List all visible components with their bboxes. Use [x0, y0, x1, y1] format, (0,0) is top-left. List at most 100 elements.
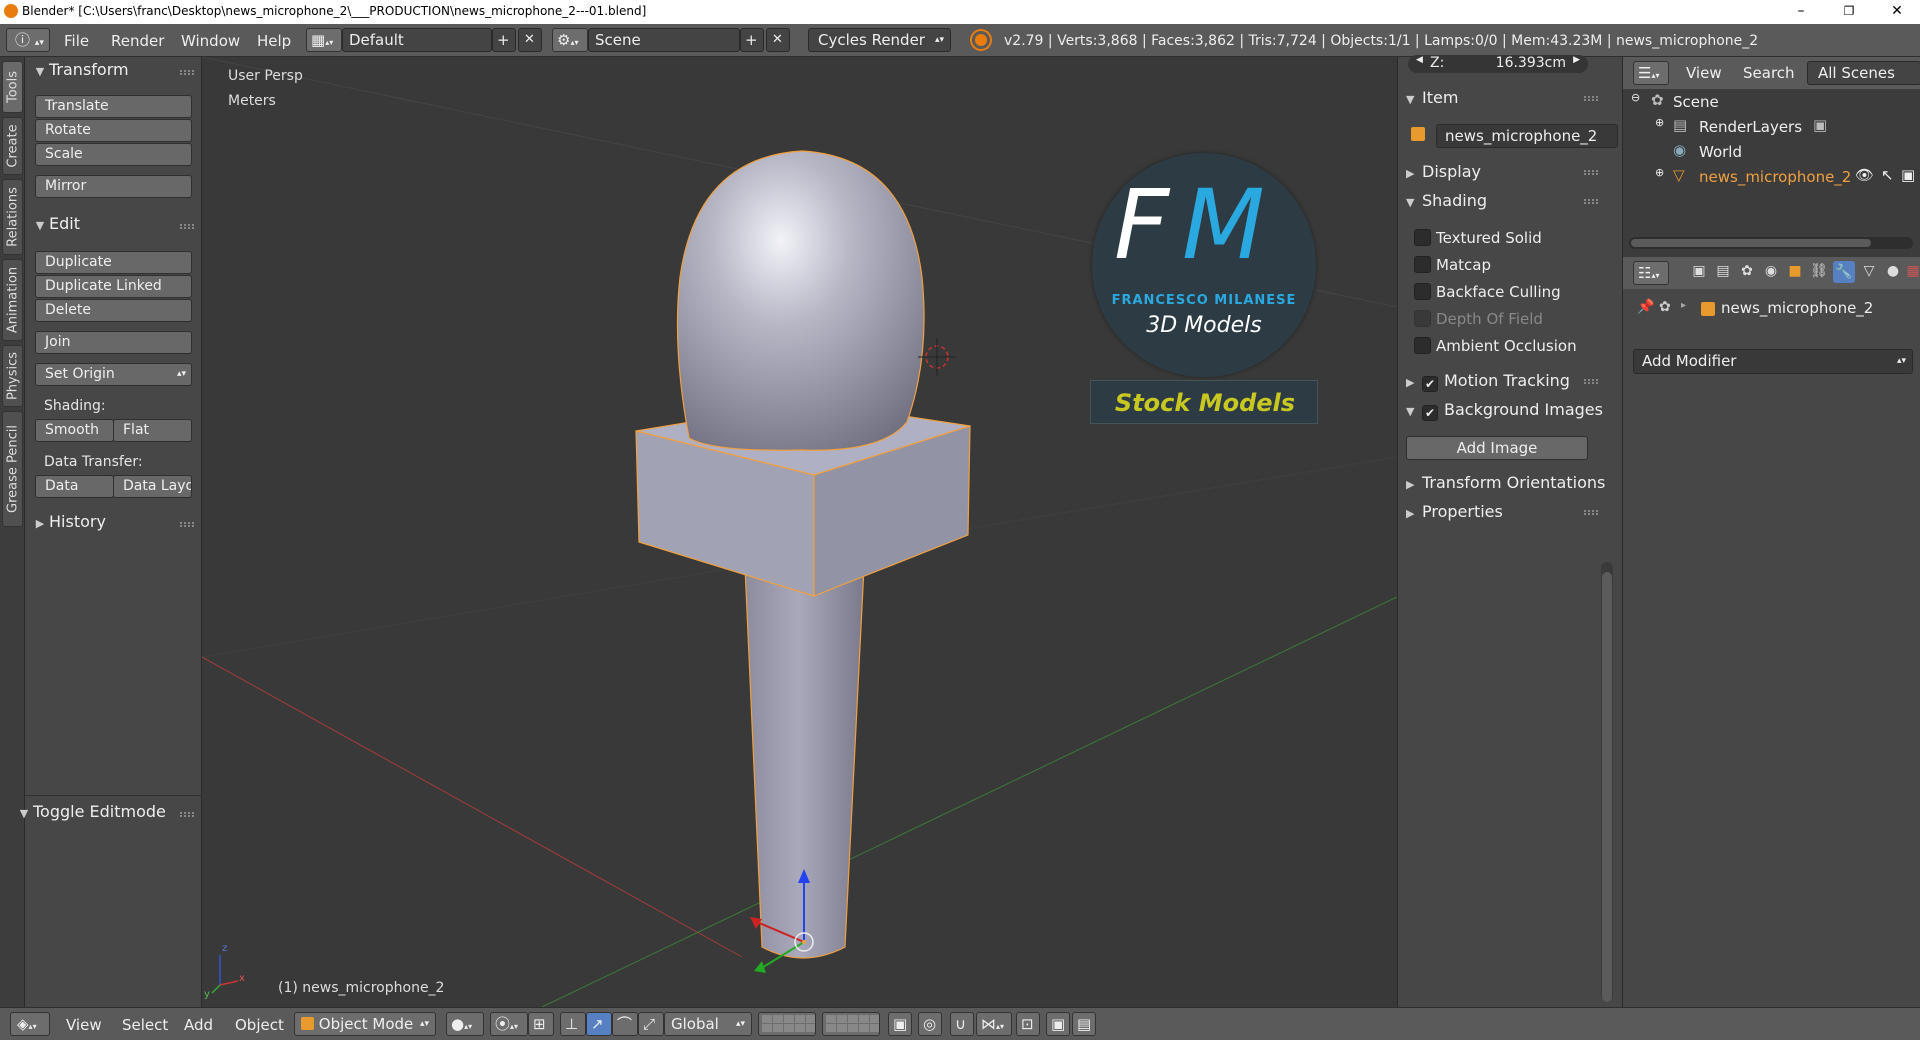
- texture-tab-icon[interactable]: ▦: [1905, 263, 1920, 279]
- tab-relations[interactable]: Relations: [2, 179, 23, 255]
- data-layout-button[interactable]: Data Layo: [113, 475, 192, 498]
- outliner-item-renderlayers[interactable]: ⊕ ▤ RenderLayers ▣: [1623, 116, 1920, 140]
- toggle-editmode-panel-header[interactable]: ▼ Toggle Editmode: [9, 802, 202, 828]
- menu-select[interactable]: Select: [122, 1016, 168, 1034]
- snap-element-dropdown[interactable]: ⋈▴▾: [976, 1012, 1012, 1036]
- motion-tracking-panel-header[interactable]: ▶ ✔ Motion Tracking: [1406, 371, 1598, 395]
- rotate-button[interactable]: Rotate: [35, 119, 192, 142]
- menu-window[interactable]: Window: [181, 32, 240, 50]
- close-button[interactable]: ✕: [1874, 0, 1920, 24]
- drag-grip-icon[interactable]: [180, 812, 194, 817]
- viewport-shading-dropdown[interactable]: ●▴▾: [446, 1012, 484, 1036]
- decrement-arrow-icon[interactable]: ◀: [1416, 55, 1423, 65]
- editor-type-button[interactable]: ⓘ ▴▾: [6, 28, 50, 52]
- rotate-manipulator-button[interactable]: ⌒: [612, 1012, 638, 1036]
- render-camera-icon[interactable]: ▣: [1901, 166, 1915, 184]
- motion-tracking-checkbox[interactable]: ✔: [1422, 376, 1438, 392]
- outliner-search-menu[interactable]: Search: [1743, 64, 1795, 82]
- background-images-panel-header[interactable]: ▼ ✔ Background Images: [1406, 400, 1606, 424]
- opengl-render-button[interactable]: ▣: [1046, 1012, 1070, 1036]
- layer-lock-button[interactable]: ▣: [888, 1012, 912, 1036]
- render-layers-tab-icon[interactable]: ▤: [1713, 263, 1733, 279]
- drag-grip-icon[interactable]: [180, 70, 194, 75]
- matcap-checkbox[interactable]: [1414, 256, 1431, 273]
- manipulate-center-button[interactable]: ⊞: [528, 1012, 554, 1036]
- outliner-item-scene[interactable]: ⊖ ✿ Scene: [1623, 91, 1920, 115]
- background-images-checkbox[interactable]: ✔: [1422, 405, 1438, 421]
- npanel-scrollbar[interactable]: [1601, 562, 1613, 1002]
- expand-toggle-icon[interactable]: ⊕: [1655, 166, 1664, 179]
- menu-render[interactable]: Render: [111, 32, 164, 50]
- layout-name-field[interactable]: Default: [342, 28, 492, 52]
- item-panel-header[interactable]: ▼ Item: [1406, 88, 1598, 112]
- remove-layout-button[interactable]: ✕: [518, 28, 542, 52]
- tab-grease-pencil[interactable]: Grease Pencil: [2, 411, 23, 527]
- npanel-scrollbar-thumb[interactable]: [1602, 572, 1612, 1002]
- opengl-animation-button[interactable]: ▤: [1072, 1012, 1096, 1036]
- transform-orientations-panel-header[interactable]: ▶ Transform Orientations: [1406, 473, 1606, 497]
- scene-browse-button[interactable]: ⚙▴▾: [552, 28, 588, 52]
- scene-layers-right[interactable]: [822, 1012, 880, 1036]
- drag-grip-icon[interactable]: [1584, 170, 1598, 175]
- collapse-toggle-icon[interactable]: ⊖: [1631, 91, 1640, 104]
- mirror-button[interactable]: Mirror: [35, 175, 192, 198]
- layout-browse-button[interactable]: ▦▴▾: [306, 28, 342, 52]
- scene-layers-left[interactable]: [758, 1012, 816, 1036]
- remove-scene-button[interactable]: ✕: [766, 28, 790, 52]
- material-tab-icon[interactable]: ●: [1883, 263, 1903, 279]
- textured-solid-checkbox[interactable]: [1414, 229, 1431, 246]
- increment-arrow-icon[interactable]: ▶: [1573, 55, 1580, 65]
- edit-panel-header[interactable]: ▼ Edit: [25, 214, 202, 240]
- outliner-hscrollbar[interactable]: [1629, 237, 1913, 249]
- data-transfer-button[interactable]: Data: [35, 475, 114, 498]
- duplicate-linked-button[interactable]: Duplicate Linked: [35, 275, 192, 298]
- layer-grid[interactable]: [826, 1015, 879, 1032]
- object-name-field[interactable]: news_microphone_2: [1436, 124, 1618, 148]
- tab-tools[interactable]: Tools: [2, 61, 23, 113]
- scene-tab-icon[interactable]: ✿: [1737, 263, 1757, 279]
- pivot-point-dropdown[interactable]: ⦿▴▾: [490, 1012, 528, 1036]
- tab-animation[interactable]: Animation: [2, 259, 23, 341]
- scale-button[interactable]: Scale: [35, 143, 192, 166]
- menu-add[interactable]: Add: [184, 1016, 213, 1034]
- menu-help[interactable]: Help: [257, 32, 291, 50]
- flat-shading-button[interactable]: Flat: [113, 419, 192, 442]
- backface-culling-checkbox[interactable]: [1414, 283, 1431, 300]
- render-tab-icon[interactable]: ▣: [1689, 263, 1709, 279]
- pin-icon[interactable]: 📌: [1637, 299, 1654, 315]
- duplicate-button[interactable]: Duplicate: [35, 251, 192, 274]
- scale-manipulator-button[interactable]: ⤢: [638, 1012, 664, 1036]
- menu-view[interactable]: View: [66, 1016, 102, 1034]
- minimize-button[interactable]: –: [1778, 0, 1824, 24]
- outliner-hscrollbar-thumb[interactable]: [1631, 239, 1871, 247]
- ambient-occlusion-checkbox[interactable]: [1414, 337, 1431, 354]
- tab-physics[interactable]: Physics: [2, 345, 23, 407]
- add-image-button[interactable]: Add Image: [1406, 436, 1588, 460]
- add-layout-button[interactable]: +: [492, 28, 516, 52]
- delete-button[interactable]: Delete: [35, 299, 192, 322]
- render-engine-dropdown[interactable]: Cycles Render ▴▾: [808, 28, 951, 52]
- outliner-item-world[interactable]: ◉ World: [1623, 141, 1920, 165]
- manipulator-toggle-button[interactable]: ⊥: [560, 1012, 586, 1036]
- drag-grip-icon[interactable]: [1584, 96, 1598, 101]
- microphone-head[interactable]: [676, 150, 925, 451]
- shading-panel-header[interactable]: ▼ Shading: [1406, 191, 1598, 215]
- menu-object[interactable]: Object: [235, 1016, 284, 1034]
- proportional-edit-button[interactable]: ◎: [918, 1012, 942, 1036]
- interaction-mode-dropdown[interactable]: Object Mode ▴▾: [294, 1012, 436, 1036]
- maximize-button[interactable]: ❐: [1826, 0, 1872, 24]
- transform-orientation-dropdown[interactable]: Global ▴▾: [664, 1012, 752, 1036]
- transform-panel-header[interactable]: ▼ Transform: [25, 60, 202, 86]
- join-button[interactable]: Join: [35, 331, 192, 354]
- display-panel-header[interactable]: ▶ Display: [1406, 162, 1598, 186]
- drag-grip-icon[interactable]: [180, 224, 194, 229]
- properties-panel-header[interactable]: ▶ Properties: [1406, 502, 1598, 526]
- translate-manipulator-button[interactable]: ↗: [586, 1012, 612, 1036]
- outliner-editor-type-button[interactable]: ☰▴▾: [1633, 61, 1669, 85]
- menu-file[interactable]: File: [64, 32, 89, 50]
- outliner-item-object[interactable]: ⊕ ▽ news_microphone_2 👁 ↖ ▣: [1623, 166, 1920, 190]
- 3d-viewport[interactable]: User Persp Meters (1) news_microphone_2 …: [202, 57, 1397, 1007]
- expand-toggle-icon[interactable]: ⊕: [1655, 116, 1664, 129]
- depth-of-field-checkbox[interactable]: [1414, 310, 1431, 327]
- selectable-cursor-icon[interactable]: ↖: [1881, 166, 1894, 184]
